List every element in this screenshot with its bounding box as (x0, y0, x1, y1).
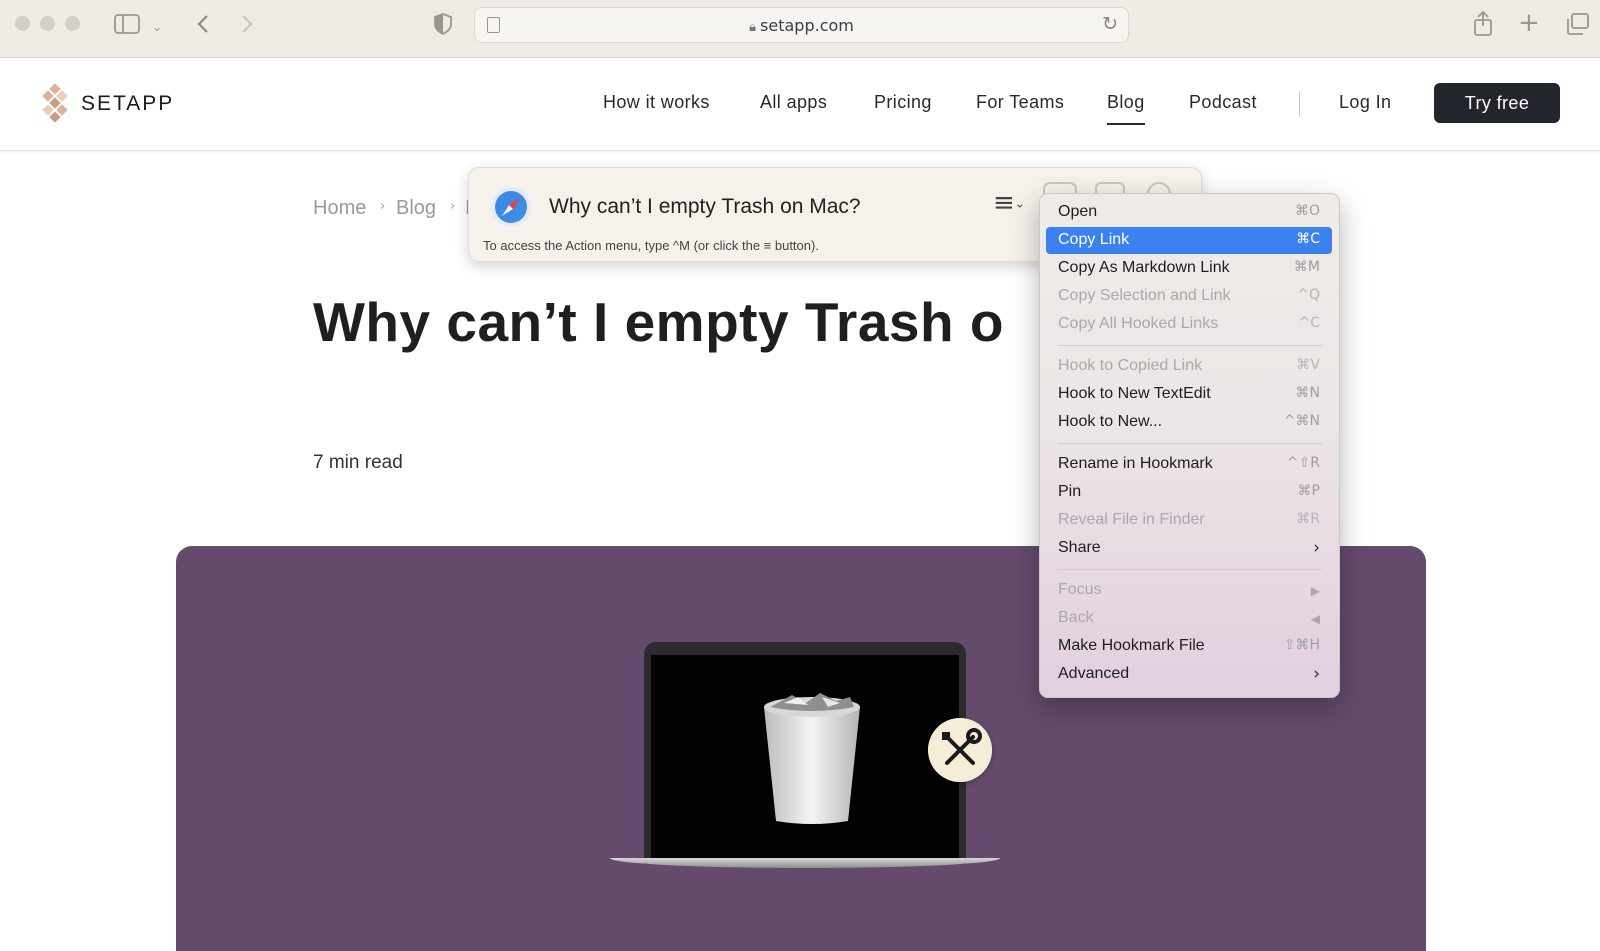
nav-divider (1299, 91, 1300, 117)
login-link[interactable]: Log In (1339, 92, 1391, 113)
nav-all-apps[interactable]: All apps (760, 92, 827, 113)
nav-how-it-works[interactable]: How it works (603, 92, 710, 113)
menu-separator (1058, 569, 1322, 570)
menu-item-hook-to-new-textedit[interactable]: Hook to New TextEdit ⌘N (1046, 381, 1332, 408)
menu-separator (1058, 345, 1322, 346)
breadcrumb-separator: › (450, 199, 456, 214)
zoom-window-button[interactable] (65, 16, 80, 31)
trash-bin-icon (764, 693, 860, 824)
article-title: Why can’t I empty Trash o (313, 291, 1004, 353)
nav-blog[interactable]: Blog (1107, 92, 1145, 125)
chevron-right-icon: › (1313, 664, 1320, 684)
brand-name[interactable]: SETAPP (81, 92, 174, 116)
nav-pricing[interactable]: Pricing (874, 92, 932, 113)
breadcrumb-separator: › (380, 199, 386, 214)
wrench-screwdriver-icon (928, 718, 992, 782)
play-right-icon: ▶ (1310, 584, 1320, 598)
menu-item-copy-selection-and-link: Copy Selection and Link ^Q (1058, 287, 1320, 304)
menu-item-make-hookmark-file[interactable]: Make Hookmark File ⇧⌘H (1046, 633, 1332, 660)
shield-icon[interactable] (433, 12, 453, 36)
action-context-menu: Open ⌘O Copy Link ⌘C Copy As Markdown Li… (1039, 193, 1340, 698)
menu-item-reveal-in-finder: Reveal File in Finder ⌘R (1058, 511, 1320, 528)
setapp-logo-icon[interactable] (40, 84, 70, 124)
menu-item-hook-to-copied-link: Hook to Copied Link ⌘V (1058, 357, 1320, 374)
breadcrumb-blog[interactable]: Blog (396, 197, 436, 220)
browser-toolbar: ⌄ 🔒︎ setapp.com ↻ + (0, 0, 1600, 58)
laptop-illustration (644, 642, 966, 864)
menu-item-back: Back ◀ (1058, 609, 1320, 626)
nav-podcast[interactable]: Podcast (1189, 92, 1257, 113)
menu-separator (1058, 443, 1322, 444)
lock-icon: 🔒︎ (749, 20, 757, 35)
menu-item-copy-link[interactable]: Copy Link ⌘C (1046, 227, 1332, 254)
menu-item-hook-to-new[interactable]: Hook to New... ^⌘N (1046, 409, 1332, 436)
nav-for-teams[interactable]: For Teams (976, 92, 1064, 113)
close-window-button[interactable] (15, 16, 30, 31)
menu-item-share[interactable]: Share › (1046, 535, 1332, 562)
read-time: 7 min read (313, 452, 403, 473)
safari-compass-icon (491, 187, 531, 227)
plus-icon[interactable]: + (1518, 10, 1540, 36)
share-icon[interactable] (1472, 11, 1494, 37)
chevron-down-icon[interactable]: ⌄ (152, 16, 162, 38)
menu-item-copy-markdown-link[interactable]: Copy As Markdown Link ⌘M (1046, 255, 1332, 282)
laptop-base (610, 858, 1000, 868)
tabs-icon[interactable] (1566, 13, 1590, 35)
chevron-right-icon: › (1313, 538, 1320, 558)
minimize-window-button[interactable] (40, 16, 55, 31)
url-text: setapp.com (760, 16, 854, 35)
menu-item-open[interactable]: Open ⌘O (1046, 199, 1332, 226)
try-free-button[interactable]: Try free (1434, 83, 1560, 123)
menu-item-focus: Focus ▶ (1058, 581, 1320, 598)
menu-item-advanced[interactable]: Advanced › (1046, 661, 1332, 688)
menu-item-pin[interactable]: Pin ⌘P (1046, 479, 1332, 506)
address-bar[interactable]: 🔒︎ setapp.com ↻ (474, 7, 1129, 43)
site-header: SETAPP How it works All apps Pricing For… (0, 58, 1600, 151)
back-icon[interactable] (196, 14, 210, 34)
reload-icon[interactable]: ↻ (1102, 13, 1118, 35)
hookmark-hint: To access the Action menu, type ^M (or c… (483, 238, 819, 253)
menu-item-rename-in-hookmark[interactable]: Rename in Hookmark ^⇧R (1046, 451, 1332, 478)
menu-item-copy-all-hooked-links: Copy All Hooked Links ^C (1058, 315, 1320, 332)
forward-icon[interactable] (240, 14, 254, 34)
play-left-icon: ◀ (1310, 612, 1320, 626)
sidebar-icon[interactable] (114, 14, 140, 34)
breadcrumb-home[interactable]: Home (313, 197, 366, 220)
action-menu-icon[interactable]: ≡⌄ (993, 190, 1025, 217)
hookmark-title: Why can’t I empty Trash on Mac? (549, 195, 861, 218)
